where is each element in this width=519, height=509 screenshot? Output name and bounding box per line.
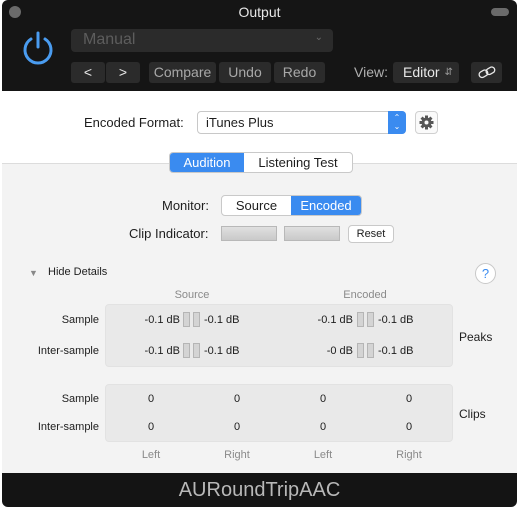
view-menu[interactable]: Editor ⇵ [393,62,459,83]
peak-meter [367,312,374,327]
clips-label: Clips [459,407,486,421]
undo-button[interactable]: Undo [219,62,271,83]
view-value: Editor [403,64,440,80]
monitor-encoded-button[interactable]: Encoded [291,196,361,215]
peaks-row-label: Sample [61,314,99,326]
source-column-header: Source [174,289,210,301]
preset-menu[interactable]: Manual ⌄ [71,29,333,52]
disclosure-triangle-icon[interactable]: ▼ [29,268,38,278]
clip-count: 0 [147,393,155,405]
channel-label: Left [313,449,333,461]
clip-indicator-label: Clip Indicator: [129,226,209,241]
gear-icon [419,115,434,130]
up-down-chevron-icon: ⇵ [444,67,453,78]
clips-row-label: Inter-sample [37,421,99,433]
peak-value: -0.1 dB [378,345,414,357]
monitor-label: Monitor: [162,198,209,213]
peak-meter [183,343,190,358]
plugin-header: Output Manual ⌄ < > Compare Undo Redo Vi… [2,0,517,91]
peak-meter [183,312,190,327]
peak-value: -0.1 dB [204,314,240,326]
monitor-toggle: Source Encoded [221,195,362,216]
peak-meter [193,343,200,358]
channel-label: Left [141,449,161,461]
peak-value: -0.1 dB [378,314,414,326]
peak-value: -0.1 dB [144,345,180,357]
view-label: View: [354,64,388,80]
redo-button[interactable]: Redo [274,62,325,83]
plugin-name-footer: AURoundTripAAC [2,473,517,507]
chevron-down-icon: ⌄ [314,32,323,43]
next-preset-button[interactable]: > [106,62,140,83]
up-down-chevron-icon: ⌃ ⌄ [388,111,406,134]
clips-row-label: Sample [61,393,99,405]
window-title: Output [238,4,281,20]
peaks-row-label: Inter-sample [37,345,99,357]
peak-value: -0.1 dB [204,345,240,357]
clip-count: 0 [233,421,241,433]
hide-details-toggle[interactable]: Hide Details [48,266,107,278]
peak-meter [367,343,374,358]
tab-audition[interactable]: Audition [170,153,244,172]
encoded-format-value: iTunes Plus [206,115,274,130]
tab-bar: Audition Listening Test [169,152,353,173]
resize-toggle[interactable] [491,8,509,16]
power-icon[interactable] [20,30,56,66]
peak-meter [357,343,364,358]
peak-value: -0 dB [326,345,353,357]
monitor-source-button[interactable]: Source [222,196,291,215]
help-button[interactable]: ? [475,263,496,284]
link-icon [477,66,495,79]
previous-preset-button[interactable]: < [71,62,105,83]
reset-button[interactable]: Reset [348,225,394,243]
encoded-column-header: Encoded [343,289,387,301]
clip-count: 0 [405,421,413,433]
clip-count: 0 [319,421,327,433]
clip-count: 0 [147,421,155,433]
peak-value: -0.1 dB [144,314,180,326]
tab-listening-test[interactable]: Listening Test [244,153,352,172]
source-clip-indicator [221,226,277,241]
encoded-clip-indicator [284,226,340,241]
clip-count: 0 [233,393,241,405]
channel-label: Right [396,449,422,461]
clip-count: 0 [405,393,413,405]
peaks-label: Peaks [459,330,493,344]
peak-meter [357,312,364,327]
format-settings-button[interactable] [415,111,438,134]
clip-count: 0 [319,393,327,405]
plugin-window: Output Manual ⌄ < > Compare Undo Redo Vi… [2,0,517,507]
compare-button[interactable]: Compare [149,62,216,83]
channel-label: Right [224,449,250,461]
peak-value: -0.1 dB [317,314,353,326]
peak-meter [193,312,200,327]
encoded-format-select[interactable]: iTunes Plus ⌃ ⌄ [197,111,406,134]
link-button[interactable] [471,62,502,83]
encoded-format-label: Encoded Format: [84,115,184,130]
preset-value: Manual [83,31,136,48]
